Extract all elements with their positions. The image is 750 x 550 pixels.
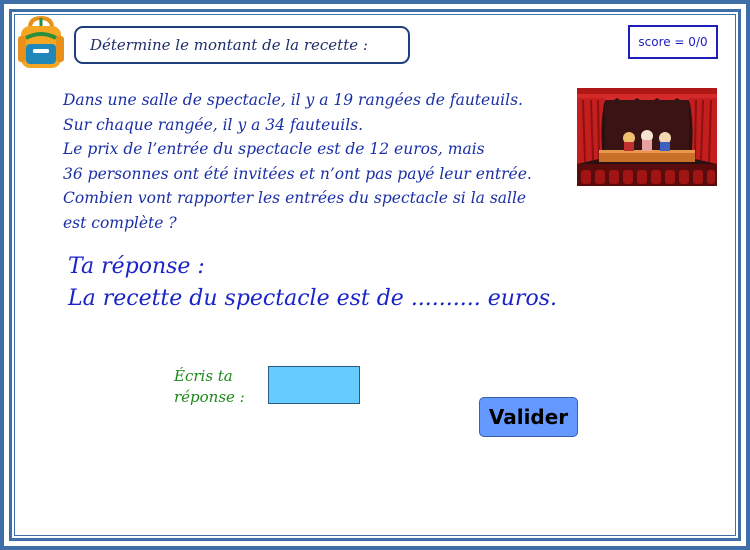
problem-line: est complète ? — [63, 213, 177, 232]
problem-line: 36 personnes ont été invitées et n’ont p… — [63, 164, 532, 183]
answer-sentence: La recette du spectacle est de .........… — [68, 286, 557, 311]
answer-input[interactable] — [268, 366, 360, 404]
score-display: score = 0/0 — [628, 25, 718, 59]
validate-button[interactable]: Valider — [479, 397, 578, 437]
backpack-icon — [18, 16, 64, 68]
instruction-title: Détermine le montant de la recette : — [74, 26, 410, 64]
problem-line: Le prix de l’entrée du spectacle est de … — [63, 140, 485, 158]
answer-heading: Ta réponse : — [68, 254, 205, 279]
answer-input-label-line2: réponse : — [174, 388, 245, 406]
problem-line: Combien vont rapporter les entrées du sp… — [63, 189, 527, 207]
answer-input-label: Écris ta réponse : — [174, 366, 254, 408]
problem-line: Dans une salle de spectacle, il y a 19 r… — [63, 91, 523, 109]
problem-statement: Dans une salle de spectacle, il y a 19 r… — [63, 88, 573, 235]
theater-stage-image — [577, 88, 717, 186]
answer-input-label-line1: Écris ta — [174, 367, 233, 385]
problem-line: Sur chaque rangée, il y a 34 fauteuils. — [63, 115, 364, 134]
